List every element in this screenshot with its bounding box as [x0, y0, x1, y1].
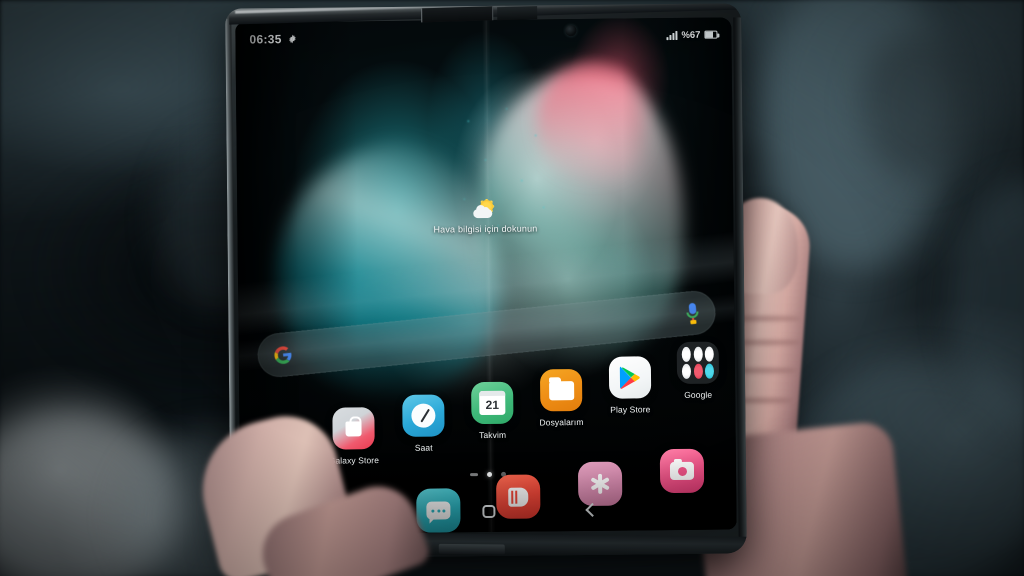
photo-scene: 06:35 %67	[0, 0, 1024, 576]
photo-vignette	[0, 0, 1024, 576]
